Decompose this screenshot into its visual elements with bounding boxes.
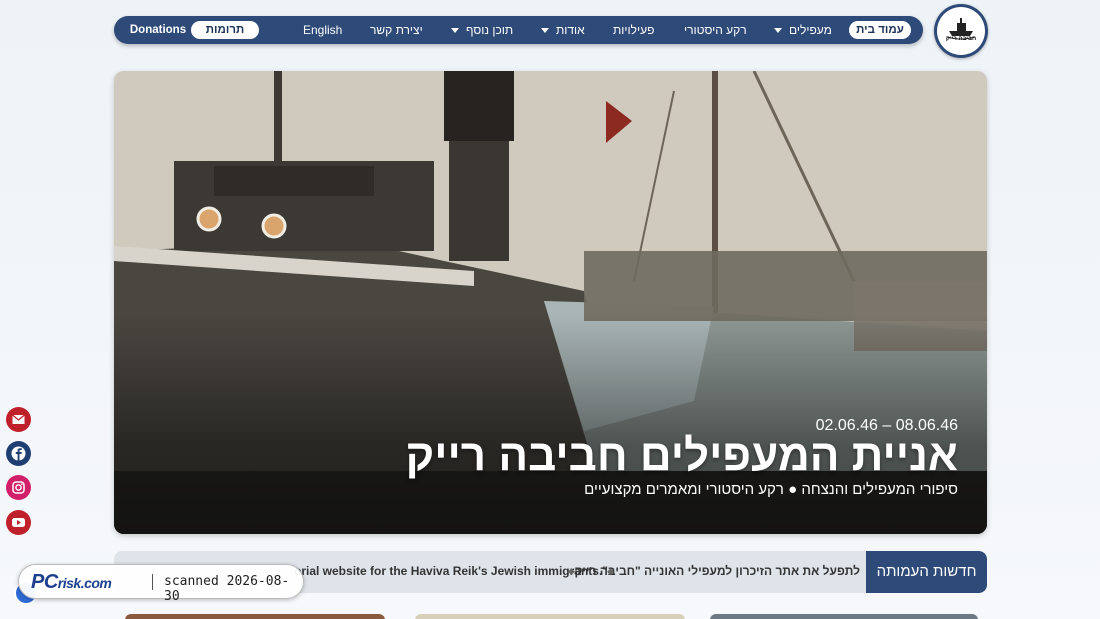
ticker-item-en[interactable]: orial website for the Haviva Reik's Jewi… [294, 551, 608, 591]
logo-badge: חביבה רייק [937, 7, 985, 55]
hero-subtitle: סיפורי המעפילים והנצחה ● רקע היסטורי ומא… [584, 481, 958, 498]
donate-button-en[interactable]: Donations [126, 21, 190, 39]
post-thumbnail[interactable] [125, 614, 385, 619]
nav-about[interactable]: אודות [541, 16, 585, 44]
site-logo[interactable]: חביבה רייק [934, 4, 988, 58]
facebook-glyph [11, 446, 26, 461]
nav-immigrants[interactable]: מעפילים [774, 16, 832, 44]
logo-text: חביבה רייק [945, 36, 977, 42]
nav-contact[interactable]: יצירת קשר [370, 16, 423, 44]
ticker-label: חדשות העמותה [866, 551, 987, 593]
ticker-separator: ◆ [607, 566, 614, 576]
chevron-down-icon [451, 28, 459, 34]
email-icon[interactable] [6, 407, 31, 432]
nav-home[interactable]: עמוד בית [849, 21, 911, 39]
envelope-glyph [12, 414, 25, 424]
nav-immigrants-label: מעפילים [789, 23, 832, 37]
donate-button-he[interactable]: תרומות [191, 21, 259, 39]
facebook-icon[interactable] [6, 441, 31, 466]
watermark-brand: PC [31, 571, 58, 593]
watermark-logo: PCrisk.com [31, 571, 112, 594]
hero-banner: 02.06.46 – 08.06.46 אניית המעפילים חביבה… [114, 71, 987, 534]
ticker-item-he[interactable]: לתפעל את אתר הזיכרון למעפילי האונייה "חב… [574, 551, 860, 591]
nav-more-label: תוכן נוסף [466, 23, 514, 37]
scan-watermark: PCrisk.com scanned 2026-08-30 [18, 564, 304, 604]
nav-more[interactable]: תוכן נוסף [451, 16, 513, 44]
ship-icon [946, 18, 976, 40]
nav-background[interactable]: רקע היסטורי [684, 16, 747, 44]
chevron-down-icon [774, 28, 782, 34]
ticker-separator: ◆ [568, 566, 575, 576]
chevron-down-icon [541, 28, 549, 34]
nav-about-label: אודות [556, 23, 585, 37]
watermark-separator [152, 574, 153, 590]
nav-activities[interactable]: פעילויות [613, 16, 654, 44]
nav-english[interactable]: English [303, 16, 342, 44]
instagram-icon[interactable] [6, 475, 31, 500]
post-thumbnail[interactable] [710, 614, 978, 619]
youtube-icon[interactable] [6, 510, 31, 535]
hero-title: אניית המעפילים חביבה רייק [405, 431, 958, 480]
post-thumbnail[interactable] [415, 614, 685, 619]
watermark-brand-suffix: risk.com [57, 575, 112, 591]
watermark-text: scanned 2026-08-30 [164, 574, 290, 604]
youtube-glyph [12, 518, 25, 527]
instagram-glyph [12, 481, 25, 494]
main-nav: עמוד בית מעפילים רקע היסטורי פעילויות או… [114, 16, 923, 44]
